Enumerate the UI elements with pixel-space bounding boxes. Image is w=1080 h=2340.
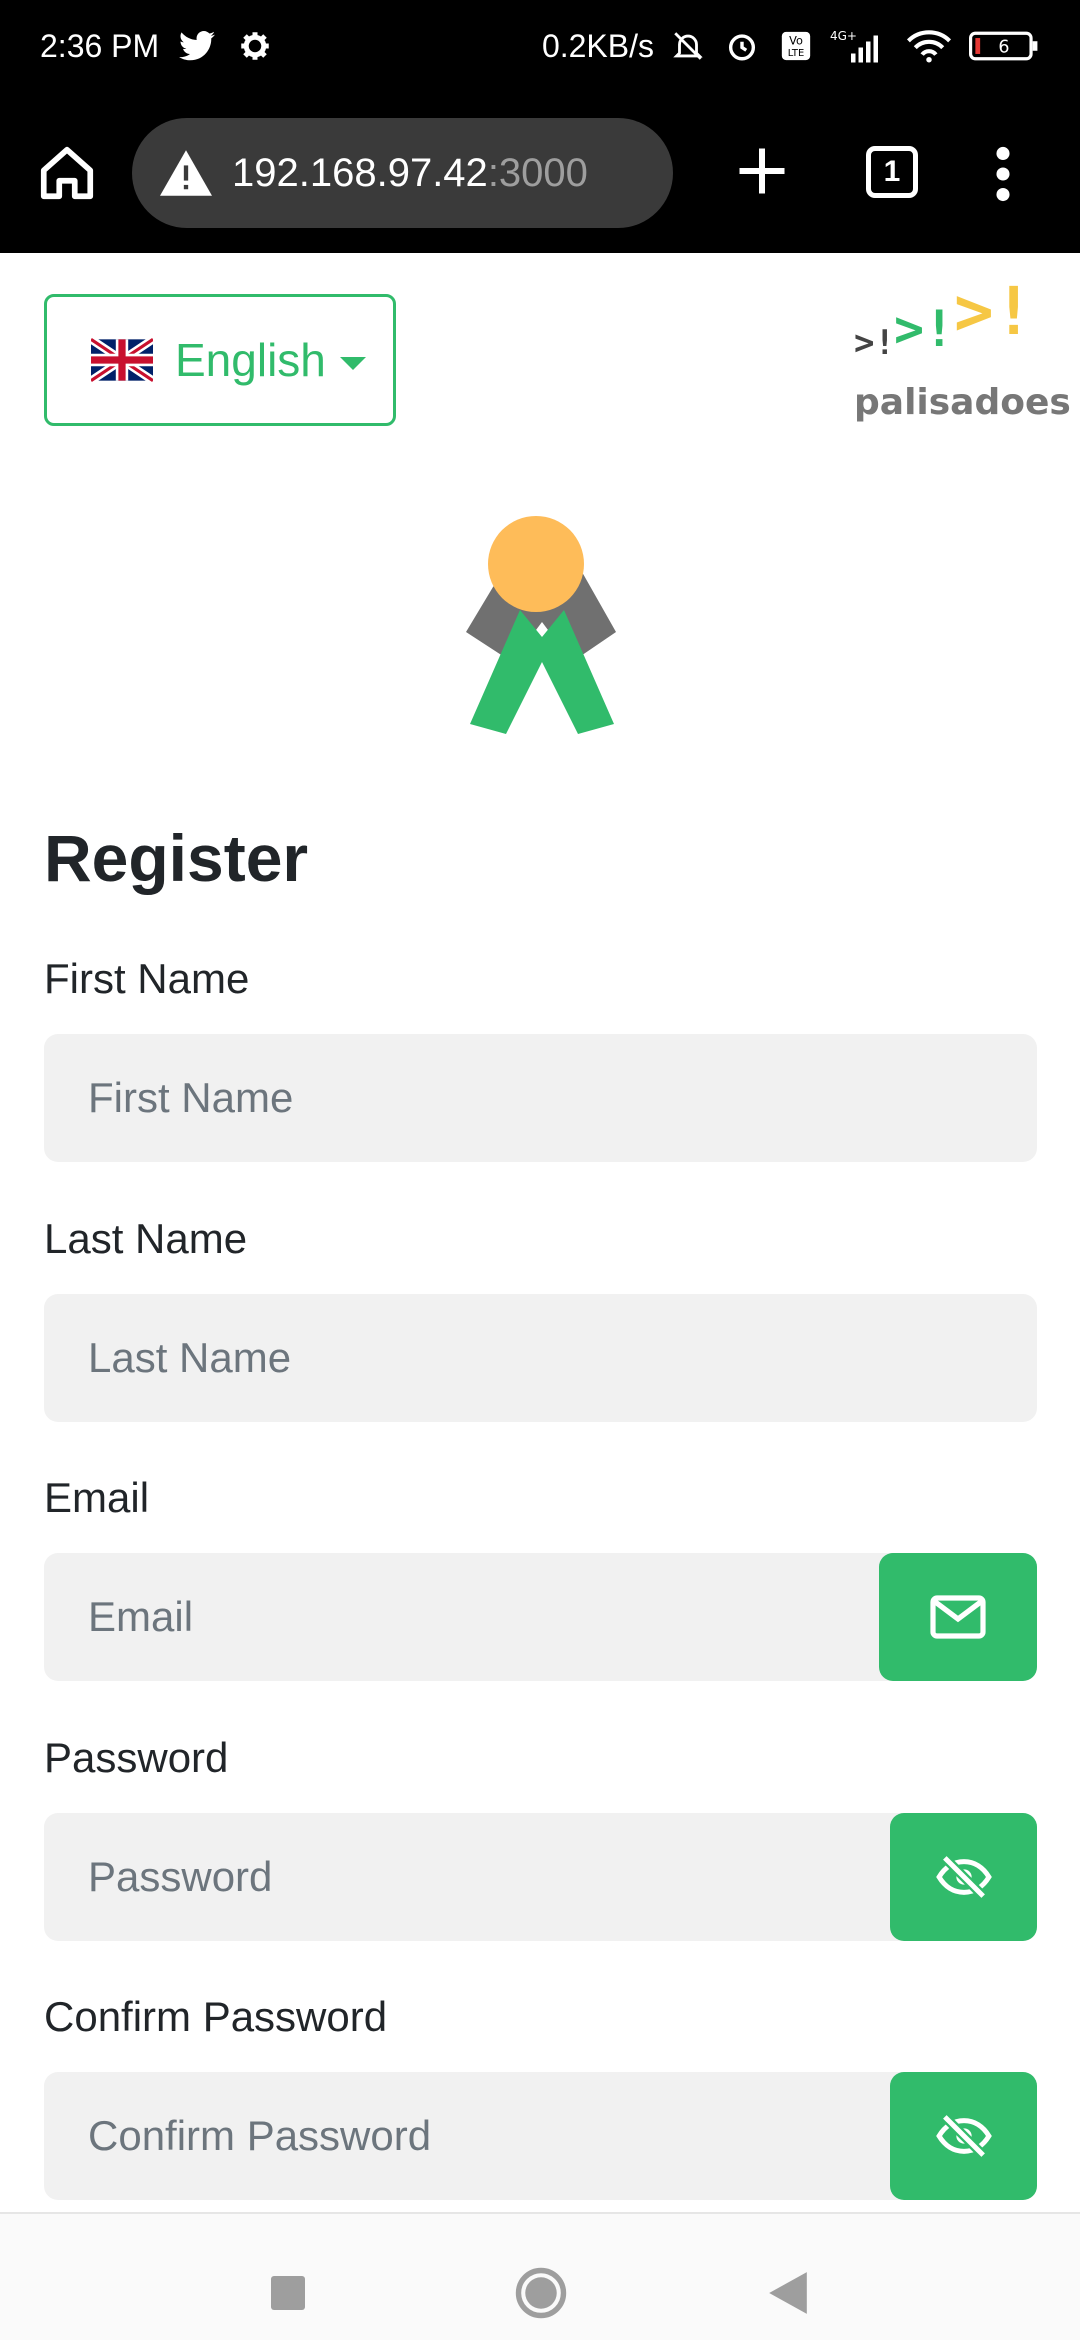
svg-text:LTE: LTE bbox=[788, 48, 804, 59]
svg-text:>!: >! bbox=[954, 282, 1033, 350]
status-time: 2:36 PM bbox=[40, 27, 160, 64]
signal-4g-icon: 4G+ bbox=[830, 26, 890, 66]
tab-count: 1 bbox=[883, 155, 901, 188]
svg-text:>!: >! bbox=[854, 323, 895, 362]
confirm-password-label: Confirm Password bbox=[44, 1993, 388, 2040]
mail-icon bbox=[930, 1595, 986, 1639]
svg-text:4G+: 4G+ bbox=[830, 29, 857, 43]
tab-switcher-button[interactable]: 1 bbox=[866, 146, 918, 198]
app-logo bbox=[466, 516, 616, 734]
password-field-container bbox=[44, 1813, 1037, 1941]
chevron-down-icon bbox=[339, 356, 366, 370]
mute-icon bbox=[668, 26, 708, 66]
eye-slash-icon bbox=[935, 1854, 992, 1900]
more-menu-icon[interactable] bbox=[988, 146, 1018, 202]
alarm-icon bbox=[722, 26, 762, 66]
home-icon[interactable] bbox=[36, 142, 98, 204]
wifi-icon bbox=[904, 26, 954, 66]
url-port: :3000 bbox=[487, 150, 588, 195]
toggle-confirm-password-visibility-button[interactable] bbox=[890, 2072, 1037, 2200]
last-name-input[interactable] bbox=[88, 1294, 1037, 1422]
palisadoes-logo: >! >! >! palisadoes bbox=[848, 282, 1071, 432]
page-title: Register bbox=[44, 821, 309, 895]
system-navigation-bar bbox=[0, 2212, 1080, 2340]
first-name-label: First Name bbox=[44, 955, 250, 1002]
battery-icon: 6 bbox=[968, 26, 1040, 66]
address-bar[interactable]: 192.168.97.42:3000 bbox=[132, 118, 673, 228]
password-input[interactable] bbox=[88, 1813, 908, 1941]
home-button[interactable] bbox=[514, 2266, 568, 2320]
recents-button[interactable] bbox=[271, 2276, 305, 2310]
svg-text:>!: >! bbox=[894, 300, 954, 358]
uk-flag-icon bbox=[91, 338, 153, 382]
eye-slash-icon bbox=[935, 2113, 992, 2159]
warning-icon[interactable] bbox=[160, 150, 212, 196]
password-label: Password bbox=[44, 1734, 229, 1781]
svg-text:Vo: Vo bbox=[789, 34, 803, 48]
new-tab-icon[interactable] bbox=[732, 141, 792, 201]
email-addon bbox=[879, 1553, 1037, 1681]
confirm-password-field-container bbox=[44, 2072, 1037, 2200]
first-name-field-container bbox=[44, 1034, 1037, 1162]
email-input[interactable] bbox=[88, 1553, 908, 1681]
language-label: English bbox=[175, 334, 326, 386]
url-host: 192.168.97.42 bbox=[232, 150, 488, 195]
brand-name: palisadoes bbox=[854, 382, 1071, 423]
toggle-password-visibility-button[interactable] bbox=[890, 1813, 1037, 1941]
browser-toolbar: 192.168.97.42:3000 1 bbox=[0, 96, 1080, 253]
first-name-input[interactable] bbox=[88, 1034, 1037, 1162]
status-bar: 2:36 PM 0.2KB/s Vo LTE 4G+ 6 bbox=[0, 0, 1080, 96]
volte-icon: Vo LTE bbox=[776, 26, 816, 66]
last-name-label: Last Name bbox=[44, 1215, 248, 1262]
language-dropdown[interactable]: English bbox=[44, 294, 396, 426]
email-field-container bbox=[44, 1553, 1037, 1681]
email-label: Email bbox=[44, 1474, 150, 1521]
net-speed: 0.2KB/s bbox=[541, 27, 654, 64]
settings-icon bbox=[235, 26, 275, 66]
battery-level: 6 bbox=[998, 37, 1009, 57]
confirm-password-input[interactable] bbox=[88, 2072, 908, 2200]
last-name-field-container bbox=[44, 1294, 1037, 1422]
back-button[interactable] bbox=[766, 2270, 810, 2316]
twitter-icon bbox=[177, 26, 217, 66]
